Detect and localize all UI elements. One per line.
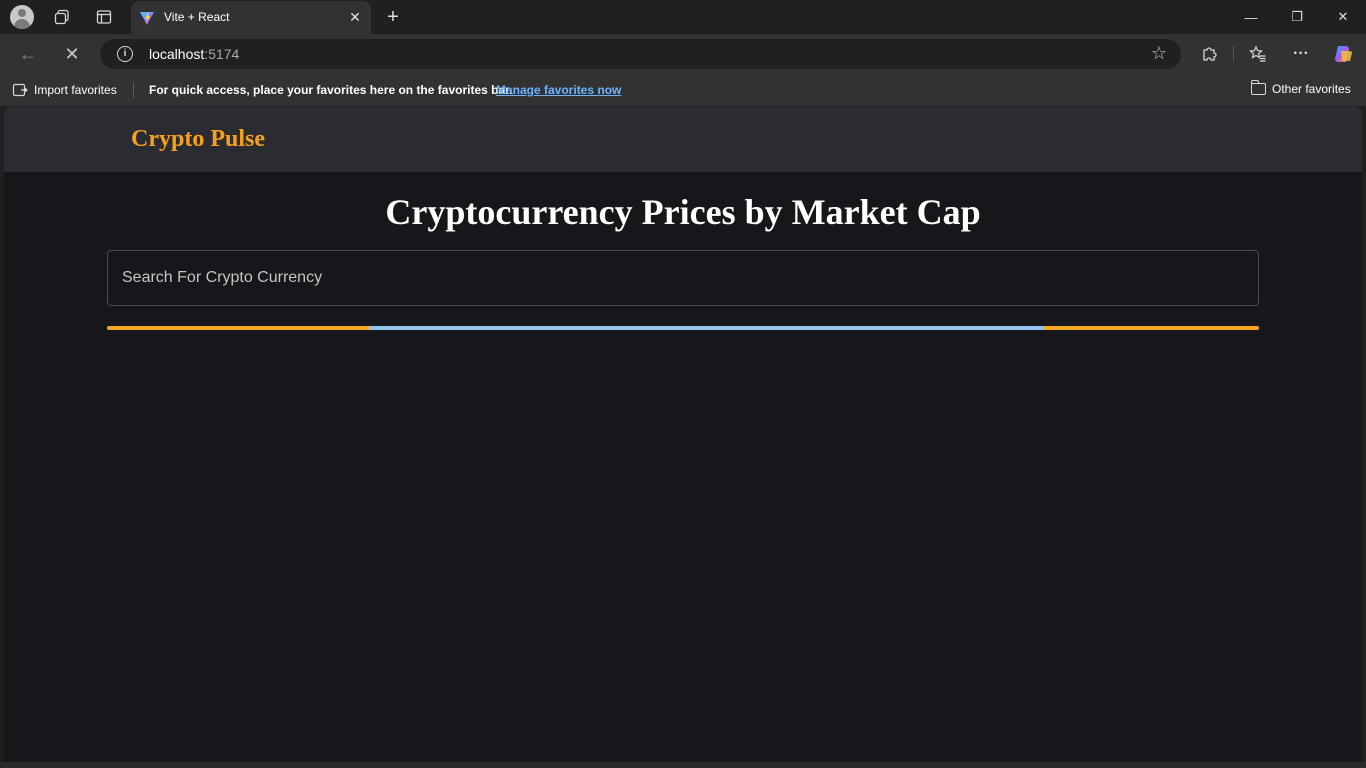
extensions-icon[interactable] [1195, 40, 1223, 68]
favorites-divider [133, 82, 134, 98]
tab-vite-react[interactable]: Vite + React ✕ [131, 1, 371, 34]
loading-progress-indicator [369, 326, 1044, 330]
stop-loading-button[interactable]: ✕ [58, 40, 86, 68]
back-button[interactable]: ← [14, 40, 42, 68]
close-tab-icon[interactable]: ✕ [347, 9, 363, 25]
page-title: Cryptocurrency Prices by Market Cap [385, 192, 981, 232]
favorites-bar: Import favorites For quick access, place… [0, 74, 1366, 106]
new-tab-button[interactable]: + [381, 5, 405, 29]
address-text: localhost:5174 [149, 46, 239, 62]
address-bar[interactable]: i localhost:5174 ☆ [100, 39, 1181, 69]
site-info-icon[interactable]: i [117, 46, 133, 62]
address-host: localhost [149, 46, 205, 62]
restore-button[interactable]: ❐ [1274, 0, 1320, 34]
other-favorites-label: Other favorites [1272, 82, 1351, 96]
minimize-button[interactable]: — [1228, 0, 1274, 34]
close-window-button[interactable]: ✕ [1320, 0, 1366, 34]
other-favorites-button[interactable]: Other favorites [1250, 80, 1351, 96]
copilot-icon[interactable] [1329, 40, 1357, 68]
browser-toolbar: ← ✕ i localhost:5174 ☆ ··· [0, 34, 1366, 74]
search-input[interactable] [108, 251, 1258, 305]
loading-progress-bar [107, 326, 1259, 330]
vite-logo-icon [140, 12, 154, 25]
page-viewport: Crypto Pulse Cryptocurrency Prices by Ma… [4, 107, 1362, 762]
folder-icon [1250, 80, 1266, 95]
import-favorites-button[interactable]: Import favorites [12, 82, 117, 98]
favorite-star-icon[interactable]: ☆ [1151, 43, 1167, 64]
window-bottom-edge [0, 762, 1366, 768]
import-icon [12, 83, 28, 97]
favorites-hint: For quick access, place your favorites h… [149, 83, 513, 97]
tab-strip: Vite + React ✕ + — ❐ ✕ [0, 0, 1366, 34]
profile-avatar-icon[interactable] [10, 5, 34, 29]
search-field[interactable] [107, 250, 1259, 306]
manage-favorites-link[interactable]: Manage favorites now [496, 83, 621, 97]
app-header: Crypto Pulse [4, 107, 1362, 172]
address-port: :5174 [204, 46, 240, 62]
favorites-icon[interactable] [1244, 40, 1272, 68]
workspaces-icon[interactable] [50, 5, 74, 29]
toolbar-divider [1233, 46, 1234, 62]
browser-window: Vite + React ✕ + — ❐ ✕ ← ✕ i localhost:5… [0, 0, 1366, 768]
tab-title: Vite + React [164, 10, 230, 24]
more-options-icon[interactable]: ··· [1287, 40, 1315, 68]
brand-logo[interactable]: Crypto Pulse [131, 126, 265, 153]
import-favorites-label: Import favorites [34, 83, 117, 97]
tab-actions-icon[interactable] [92, 5, 116, 29]
